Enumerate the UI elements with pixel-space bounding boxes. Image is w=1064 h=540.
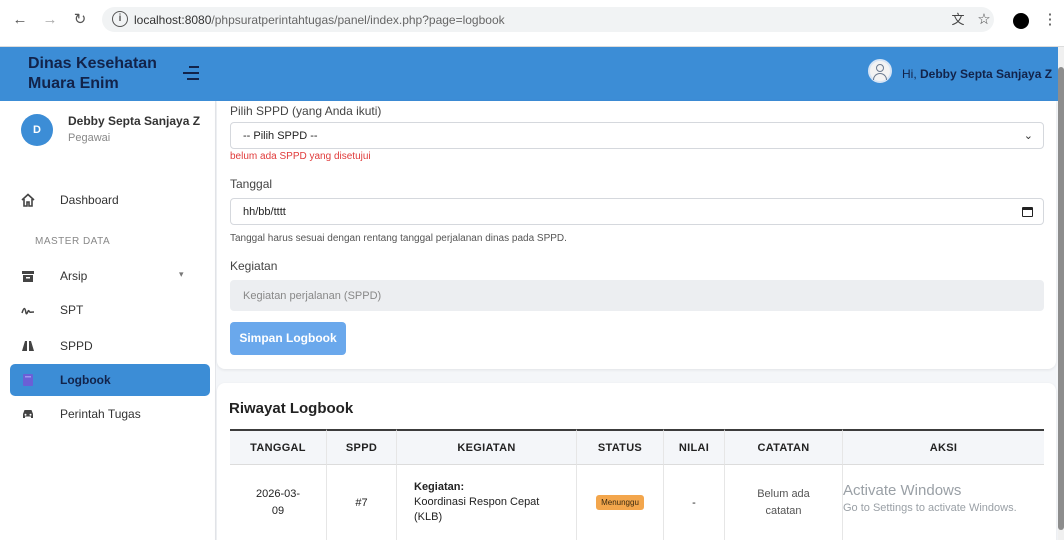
book-icon (21, 373, 35, 387)
user-role: Pegawai (68, 132, 111, 144)
sidebar-item-label: Arsip (60, 269, 88, 283)
translate-icon[interactable]: 文 (948, 10, 968, 30)
sidebar-item-label: Logbook (60, 373, 111, 387)
home-icon (21, 193, 35, 207)
logbook-form: Pilih SPPD (yang Anda ikuti) -- Pilih SP… (217, 101, 1056, 369)
sppd-error: belum ada SPPD yang disetujui (230, 151, 371, 162)
sidebar-item-sppd[interactable]: SPPD (10, 330, 210, 362)
user-greeting[interactable]: Hi, Debby Septa Sanjaya Z (902, 67, 1052, 81)
sidebar-item-label: Perintah Tugas (60, 407, 141, 421)
column-header: AKSI (843, 429, 1044, 465)
user-name: Debby Septa Sanjaya Z (68, 114, 201, 128)
section-header: MASTER DATA (35, 236, 111, 247)
chevron-down-icon: ⌄ (1023, 130, 1033, 142)
column-header: KEGIATAN (397, 429, 577, 465)
logbook-history: Riwayat Logbook TANGGAL SPPD KEGIATAN ST… (217, 383, 1056, 540)
profile-avatar[interactable] (1013, 13, 1029, 29)
sidebar-item-logbook[interactable]: Logbook (10, 364, 210, 396)
back-icon[interactable]: ← (10, 10, 30, 30)
watermark-title: Activate Windows (843, 482, 962, 499)
chevron-down-icon: ▾ (179, 269, 184, 279)
road-icon (21, 339, 35, 353)
column-header: CATATAN (725, 429, 843, 465)
date-help-text: Tanggal harus sesuai dengan rentang tang… (230, 233, 567, 244)
sidebar-item-label: Dashboard (60, 193, 119, 207)
sidebar-item-label: SPT (60, 303, 84, 317)
menu-toggle-icon[interactable] (183, 66, 199, 80)
sidebar-item-perintah-tugas[interactable]: Perintah Tugas (10, 398, 210, 430)
calendar-icon[interactable] (1022, 207, 1033, 217)
car-icon (21, 407, 35, 421)
archive-icon (21, 269, 35, 283)
app-title: Dinas Kesehatan Muara Enim (28, 55, 157, 92)
status-badge: Menunggu (596, 495, 644, 510)
sppd-label: Pilih SPPD (yang Anda ikuti) (230, 104, 382, 118)
sidebar-item-dashboard[interactable]: Dashboard (10, 184, 210, 216)
browser-toolbar: ← → ↻ i localhost:8080/phpsuratperintaht… (0, 0, 1064, 47)
page-scrollbar[interactable] (1058, 47, 1064, 540)
save-logbook-button[interactable]: Simpan Logbook (230, 322, 346, 355)
column-header: SPPD (327, 429, 397, 465)
activity-placeholder: Kegiatan perjalanan (SPPD) (243, 290, 382, 302)
column-header: STATUS (577, 429, 664, 465)
cell-sppd: #7 (327, 465, 397, 540)
cell-tanggal: 2026-03-09 (230, 465, 327, 540)
section-title: Riwayat Logbook (229, 400, 354, 417)
watermark-subtitle: Go to Settings to activate Windows. (843, 502, 1017, 514)
avatar: D (21, 114, 53, 146)
site-info-icon[interactable]: i (112, 11, 128, 27)
sppd-select-value: -- Pilih SPPD -- (243, 130, 318, 142)
sidebar-item-label: SPPD (60, 339, 93, 353)
column-header: NILAI (664, 429, 725, 465)
date-field[interactable]: hh/bb/tttt (230, 198, 1044, 225)
browser-menu-icon[interactable]: ⋮ (1040, 10, 1060, 30)
cell-status: Menunggu (577, 465, 664, 540)
bookmark-star-icon[interactable]: ☆ (974, 10, 994, 30)
top-navbar: Hi, Debby Septa Sanjaya Z (216, 47, 1058, 101)
signature-icon (21, 303, 35, 317)
activity-label: Kegiatan (230, 259, 278, 273)
sidebar-item-arsip[interactable]: Arsip ▾ (10, 260, 210, 292)
cell-nilai: - (664, 465, 725, 540)
sppd-select[interactable]: -- Pilih SPPD -- ⌄ (230, 122, 1044, 149)
sidebar: Dinas Kesehatan Muara Enim D Debby Septa… (0, 47, 216, 540)
reload-icon[interactable]: ↻ (70, 10, 90, 30)
date-field-value: hh/bb/tttt (243, 206, 286, 218)
cell-catatan: Belum ada catatan (725, 465, 843, 540)
sidebar-item-spt[interactable]: SPT (10, 294, 210, 326)
user-panel: D Debby Septa Sanjaya Z Pegawai (0, 101, 216, 171)
scrollbar-thumb[interactable] (1058, 67, 1064, 530)
activity-field: Kegiatan perjalanan (SPPD) (230, 280, 1044, 311)
column-header: TANGGAL (230, 429, 327, 465)
date-label: Tanggal (230, 177, 273, 191)
forward-icon[interactable]: → (40, 10, 60, 30)
cell-kegiatan: Kegiatan: Koordinasi Respon Cepat (KLB) (397, 465, 577, 540)
user-avatar-icon[interactable] (868, 59, 892, 83)
sidebar-header: Dinas Kesehatan Muara Enim (0, 47, 216, 101)
activate-windows-watermark: Activate Windows Go to Settings to activ… (843, 482, 1017, 514)
url-text[interactable]: localhost:8080/phpsuratperintahtugas/pan… (134, 13, 505, 27)
